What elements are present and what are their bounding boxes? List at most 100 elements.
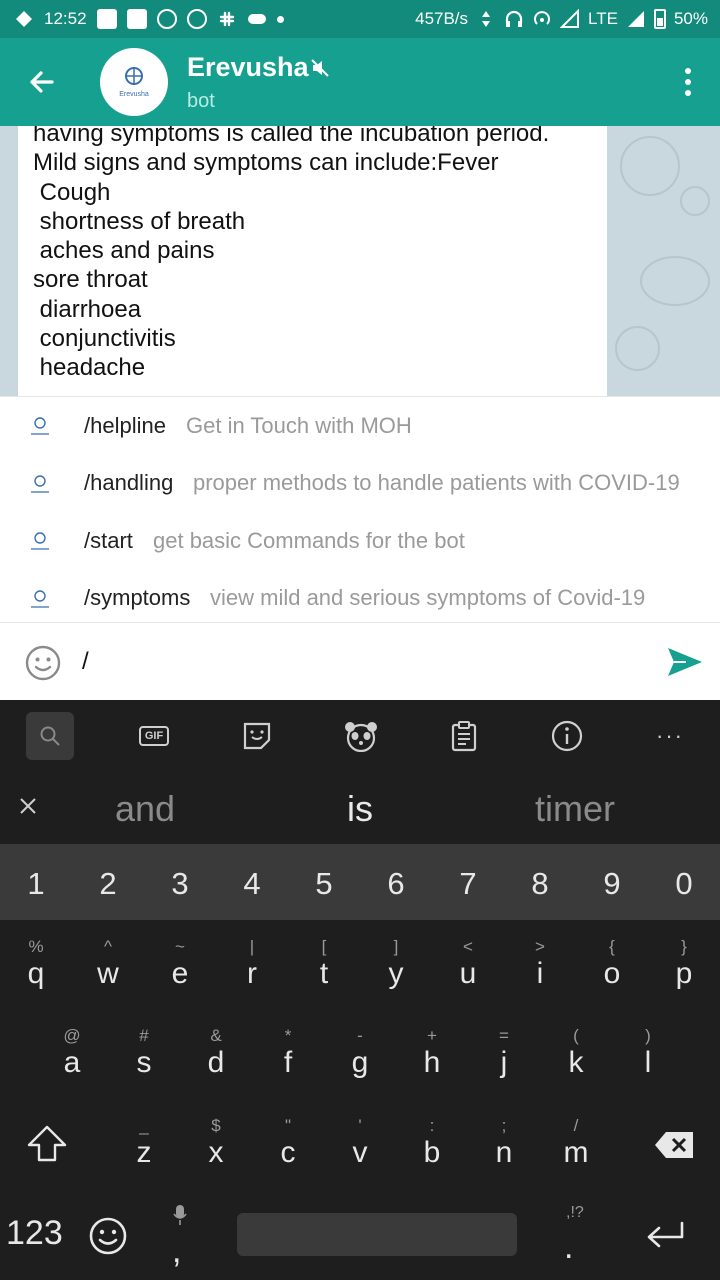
letter-key[interactable]: _ z	[108, 1116, 180, 1170]
microphone-icon[interactable]	[172, 1204, 188, 1226]
net-speed: 457B/s	[415, 9, 469, 28]
key-char: g	[351, 1046, 369, 1079]
network-type: LTE	[588, 9, 618, 28]
shift-key-icon[interactable]	[26, 1124, 68, 1164]
letter-key[interactable]: % q	[0, 937, 72, 991]
letter-key[interactable]: = j	[468, 1026, 540, 1080]
send-icon[interactable]	[664, 642, 704, 682]
backspace-key-icon[interactable]	[654, 1131, 694, 1159]
key-hint: ;	[501, 1116, 507, 1135]
facebook-icon	[186, 9, 207, 29]
space-bar[interactable]	[237, 1213, 517, 1256]
clipboard-icon[interactable]	[440, 712, 488, 760]
letter-key[interactable]: < u	[432, 937, 504, 991]
number-key[interactable]: 4	[216, 866, 288, 902]
letter-key[interactable]: -g	[324, 1026, 396, 1080]
key-hint: /	[573, 1116, 579, 1135]
message-bubble[interactable]: having symptoms is called the incubation…	[18, 126, 607, 396]
key-char: t	[319, 957, 329, 990]
key-hint: @	[63, 1026, 81, 1045]
background-pattern	[640, 256, 710, 306]
panda-emoji-icon[interactable]	[337, 712, 385, 760]
key-char: c	[280, 1136, 296, 1169]
letter-key[interactable]: } p	[648, 937, 720, 991]
letter-key[interactable]: :b	[396, 1116, 468, 1170]
letter-key[interactable]: ^ w	[72, 937, 144, 991]
message-line: shortness of breath	[33, 207, 246, 235]
battery-icon	[653, 9, 666, 29]
key-hint: {	[609, 937, 615, 956]
key-hint: $	[211, 1116, 221, 1135]
letter-key[interactable]: & d	[180, 1026, 252, 1080]
overflow-menu-icon[interactable]	[684, 68, 692, 98]
number-key[interactable]: 6	[360, 866, 432, 902]
number-key[interactable]: 3	[144, 866, 216, 902]
number-key[interactable]: 5	[288, 866, 360, 902]
keyboard-search-icon[interactable]	[26, 712, 74, 760]
letter-key[interactable]: ~ e	[144, 937, 216, 991]
numbers-mode-key[interactable]: 123	[6, 1214, 63, 1253]
chat-area[interactable]: having symptoms is called the incubation…	[0, 126, 720, 396]
gif-icon[interactable]: GIF	[130, 712, 178, 760]
emoji-icon[interactable]	[24, 644, 62, 682]
letter-key[interactable]: * f	[252, 1026, 324, 1080]
letter-key[interactable]: (k	[540, 1026, 612, 1080]
letter-key[interactable]: [t	[288, 937, 360, 991]
comma-key[interactable]: ,	[172, 1232, 181, 1271]
letter-key[interactable]: ' v	[324, 1116, 396, 1170]
gamepad-icon	[247, 14, 266, 24]
suggestion-left[interactable]: and	[45, 788, 245, 830]
number-key[interactable]: 8	[504, 866, 576, 902]
key-hint: <	[463, 937, 473, 956]
command-item[interactable]: /symptoms view mild and serious symptoms …	[0, 570, 720, 627]
message-input[interactable]	[82, 643, 642, 681]
period-key[interactable]: .	[564, 1228, 573, 1267]
keyboard-more-icon[interactable]: ···	[646, 712, 694, 760]
number-key[interactable]: 0	[648, 866, 720, 902]
letter-key[interactable]: ; n	[468, 1116, 540, 1170]
key-hint: >	[535, 937, 545, 956]
bot-avatar-small	[22, 411, 58, 443]
key-char: r	[247, 957, 257, 990]
number-key[interactable]: 2	[72, 866, 144, 902]
punctuation-hint: ,!?	[566, 1204, 584, 1221]
back-arrow-icon[interactable]	[22, 62, 62, 102]
suggestion-right[interactable]: timer	[475, 788, 675, 830]
command-item[interactable]: /handling proper methods to handle patien…	[0, 455, 720, 512]
command-item[interactable]: /helpline Get in Touch with MOH	[0, 397, 720, 454]
key-char: j	[500, 1046, 508, 1079]
mute-icon	[311, 59, 329, 77]
letter-key[interactable]: / m	[540, 1116, 612, 1170]
bot-avatar[interactable]: Erevusha	[100, 48, 168, 116]
bot-avatar-small	[22, 526, 58, 558]
letter-key[interactable]: # s	[108, 1026, 180, 1080]
letter-key[interactable]: ] y	[360, 937, 432, 991]
info-icon[interactable]	[543, 712, 591, 760]
chat-header: Erevusha Erevusha bot	[0, 38, 720, 126]
message-line: sore throat	[33, 266, 148, 294]
key-hint: -	[357, 1026, 363, 1045]
key-hint: (	[573, 1026, 579, 1045]
letter-key[interactable]: $ x	[180, 1116, 252, 1170]
letter-key[interactable]: + h	[396, 1026, 468, 1080]
close-suggestions-icon[interactable]	[16, 794, 40, 818]
key-char: q	[27, 957, 45, 990]
letter-key[interactable]: @ a	[36, 1026, 108, 1080]
letter-key[interactable]: ) l	[612, 1026, 684, 1080]
letter-key[interactable]: > i	[504, 937, 576, 991]
command-name: /start	[84, 527, 133, 553]
letter-key[interactable]: " c	[252, 1116, 324, 1170]
enter-key-icon[interactable]	[644, 1220, 688, 1252]
number-key[interactable]: 7	[432, 866, 504, 902]
keyboard-emoji-icon[interactable]	[88, 1216, 128, 1256]
number-key[interactable]: 1	[0, 866, 72, 902]
suggestion-center[interactable]: is	[260, 788, 460, 830]
sticker-icon[interactable]	[233, 712, 281, 760]
key-hint: )	[645, 1026, 651, 1045]
number-key[interactable]: 9	[576, 866, 648, 902]
command-item[interactable]: /start get basic Commands for the bot	[0, 512, 720, 569]
key-hint: *	[284, 1026, 292, 1045]
letter-key[interactable]: | r	[216, 937, 288, 991]
letter-key[interactable]: {o	[576, 937, 648, 991]
bot-logo-icon	[31, 417, 49, 435]
